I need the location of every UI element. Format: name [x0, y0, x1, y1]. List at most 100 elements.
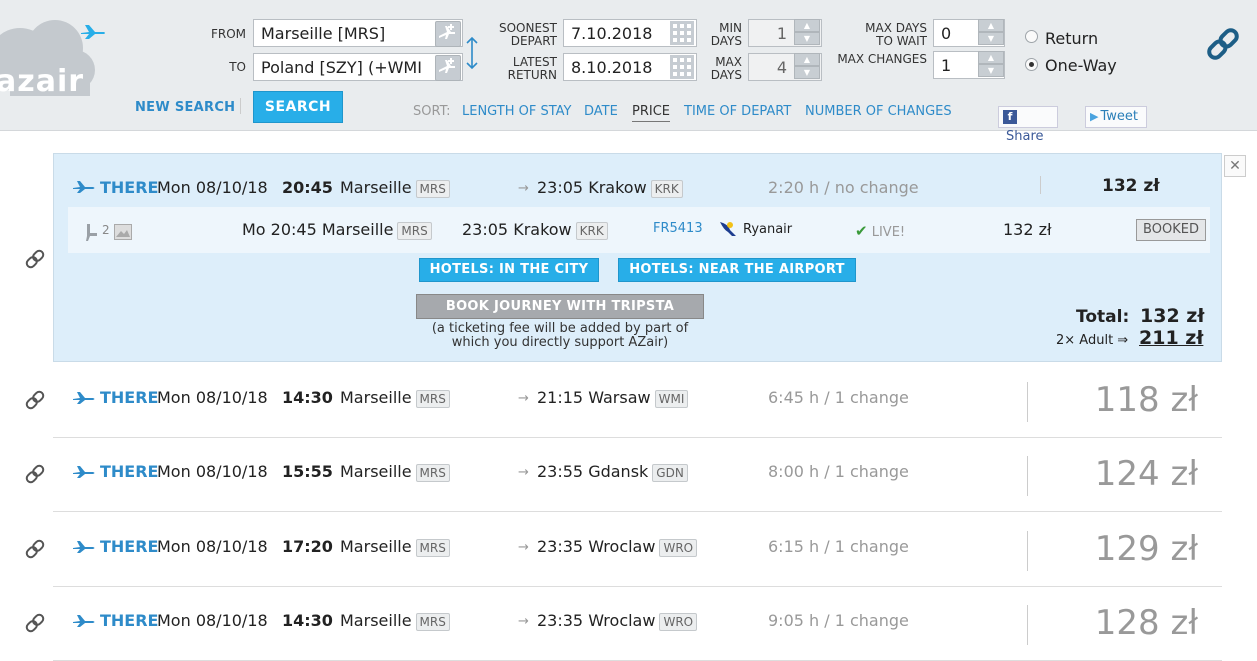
- max-changes-stepper[interactable]: ▲ ▼: [978, 51, 1004, 79]
- airport-code: KRK: [575, 221, 608, 240]
- seats-count: 2: [102, 223, 110, 237]
- departure-time: 15:55: [282, 462, 333, 481]
- row-divider: [53, 511, 1222, 512]
- plane-icon: [73, 392, 95, 404]
- plane-icon: [73, 615, 95, 627]
- return-radio[interactable]: [1025, 30, 1038, 43]
- airport-code: MRS: [415, 612, 450, 631]
- result-link-icon[interactable]: [24, 248, 46, 270]
- airport-code: WRO: [659, 612, 698, 631]
- close-icon[interactable]: ✕: [1224, 155, 1246, 177]
- departure-city: Marseille MRS: [340, 388, 450, 408]
- airport-code: WRO: [659, 538, 698, 557]
- result-link-icon[interactable]: [24, 612, 46, 634]
- flight-number-link[interactable]: FR5413: [653, 221, 703, 236]
- search-header: azair FROM Marseille [MRS] TO Poland [SZ…: [0, 0, 1257, 144]
- permalink-chain-icon[interactable]: [1203, 24, 1243, 64]
- departure-time: 20:45: [282, 178, 333, 197]
- to-input[interactable]: Poland [SZY] (+WMI: [253, 53, 463, 81]
- max-wait-stepper[interactable]: ▲ ▼: [978, 19, 1004, 47]
- arrow-icon: →: [518, 614, 529, 629]
- duration: 6:45 h / 1 change: [768, 388, 909, 407]
- sort-date[interactable]: DATE: [584, 104, 618, 119]
- divider: [1027, 382, 1028, 422]
- direction-label[interactable]: THERE: [100, 388, 158, 407]
- live-status: ✔ LIVE!: [855, 222, 906, 240]
- from-input[interactable]: Marseille [MRS]: [253, 19, 463, 47]
- arrow-icon: →: [518, 181, 529, 196]
- airport-code: MRS: [397, 221, 432, 240]
- calendar-icon[interactable]: [670, 21, 694, 45]
- image-icon: [114, 224, 132, 240]
- ryanair-logo-icon: [720, 222, 736, 236]
- result-link-icon[interactable]: [24, 389, 46, 411]
- flight-date: Mon 08/10/18: [157, 611, 268, 630]
- departure-city: Marseille MRS: [340, 462, 450, 482]
- max-days-stepper[interactable]: ▲ ▼: [794, 53, 820, 81]
- arrow-icon: →: [518, 391, 529, 406]
- twitter-bird-icon: ▶: [1090, 110, 1099, 123]
- airport-code: MRS: [415, 463, 450, 482]
- soonest-label: SOONEST DEPART: [498, 21, 557, 48]
- sort-price[interactable]: PRICE: [632, 104, 670, 122]
- result-link-icon[interactable]: [24, 538, 46, 560]
- airline-name: Ryanair: [743, 222, 793, 237]
- airport-code: MRS: [415, 389, 450, 408]
- departure-time: 14:30: [282, 611, 333, 630]
- seat-icon: [86, 224, 97, 241]
- booked-button[interactable]: BOOKED: [1136, 219, 1206, 241]
- departure-city: Marseille MRS: [340, 611, 450, 631]
- total-value: 132 zł: [1140, 305, 1205, 327]
- arrival: 23:55 Gdansk GDN: [537, 462, 688, 482]
- book-tripsta-button[interactable]: BOOK JOURNEY WITH TRIPSTA: [416, 294, 704, 319]
- facebook-icon: f: [1003, 109, 1017, 124]
- from-picker-button[interactable]: [435, 21, 461, 47]
- ticketing-fee-note: (a ticketing fee will be added by part o…: [431, 321, 689, 350]
- direction-label[interactable]: THERE: [100, 611, 158, 630]
- sort-time-of-depart[interactable]: TIME OF DEPART: [684, 104, 791, 119]
- plane-icon: [73, 541, 95, 553]
- result-price[interactable]: 129 zł: [1058, 529, 1198, 569]
- result-price[interactable]: 128 zł: [1058, 603, 1198, 643]
- checkmark-icon: ✔: [855, 222, 868, 240]
- arrival: 23:05 Krakow KRK: [537, 178, 683, 198]
- tweet-button[interactable]: ▶ Tweet: [1085, 106, 1147, 128]
- search-button[interactable]: SEARCH: [253, 91, 343, 123]
- leg-price: 132 zł: [1003, 220, 1052, 239]
- from-label: FROM: [210, 27, 246, 41]
- logo-plane-icon: [81, 25, 105, 39]
- new-search-link[interactable]: NEW SEARCH: [135, 100, 235, 115]
- to-picker-button[interactable]: [435, 55, 461, 81]
- arrow-icon: →: [518, 465, 529, 480]
- sort-number-of-changes[interactable]: NUMBER OF CHANGES: [805, 104, 952, 119]
- one-way-radio[interactable]: [1025, 58, 1038, 71]
- to-label: TO: [229, 60, 246, 74]
- result-price[interactable]: 118 zł: [1058, 380, 1198, 420]
- result-price[interactable]: 124 zł: [1058, 454, 1198, 494]
- flight-date: Mon 08/10/18: [157, 178, 268, 197]
- direction-label[interactable]: THERE: [100, 537, 158, 556]
- arrival: 23:35 Wroclaw WRO: [537, 537, 698, 557]
- swap-icon[interactable]: [465, 36, 479, 70]
- plane-icon: [73, 181, 95, 193]
- logo[interactable]: azair: [0, 64, 84, 99]
- adult-label: 2× Adult ⇒: [1056, 333, 1129, 348]
- hotels-in-city-button[interactable]: HOTELS: IN THE CITY: [419, 258, 599, 282]
- facebook-share-button[interactable]: fShare: [998, 106, 1058, 144]
- departure-time: 14:30: [282, 388, 333, 407]
- min-days-stepper[interactable]: ▲ ▼: [794, 19, 820, 47]
- departure-city: Marseille MRS: [340, 537, 450, 557]
- sort-length-of-stay[interactable]: LENGTH OF STAY: [462, 104, 572, 119]
- airport-code: GDN: [652, 463, 688, 482]
- departure-time: 17:20: [282, 537, 333, 556]
- direction-label[interactable]: THERE: [100, 462, 158, 481]
- calendar-icon[interactable]: [670, 55, 694, 79]
- airport-code: MRS: [415, 179, 450, 198]
- one-way-label[interactable]: One-Way: [1045, 56, 1117, 75]
- min-days-label: MIN DAYS: [710, 21, 742, 48]
- result-link-icon[interactable]: [24, 463, 46, 485]
- return-label[interactable]: Return: [1045, 29, 1098, 48]
- direction-label: THERE: [100, 178, 159, 197]
- arrow-icon: →: [518, 540, 529, 555]
- hotels-near-airport-button[interactable]: HOTELS: NEAR THE AIRPORT: [618, 258, 856, 282]
